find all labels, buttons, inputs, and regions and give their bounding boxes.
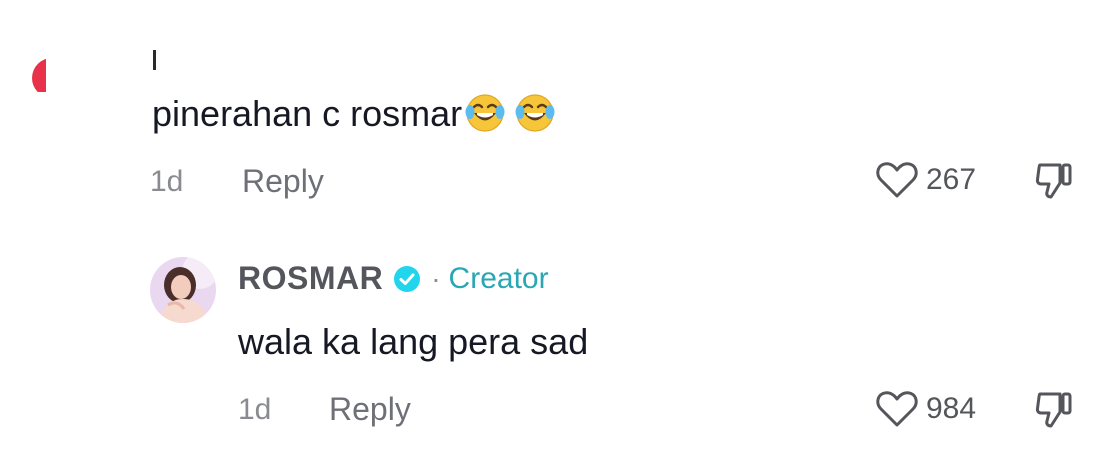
comment-text: pinerahan c rosmar xyxy=(152,92,556,136)
commenter-avatar-partial[interactable] xyxy=(30,52,46,92)
avatar-photo xyxy=(150,257,216,323)
text-cursor xyxy=(153,50,156,70)
dislike-button[interactable] xyxy=(1034,161,1074,206)
like-button[interactable]: 267 xyxy=(876,160,976,200)
heart-outline-icon xyxy=(876,391,918,427)
creator-avatar[interactable] xyxy=(150,257,216,323)
separator-dot: · xyxy=(431,262,441,294)
face-with-tears-of-joy-icon xyxy=(465,94,505,132)
thumbs-down-icon xyxy=(1035,392,1072,428)
dislike-button[interactable] xyxy=(1034,390,1074,435)
reply-button[interactable]: Reply xyxy=(242,163,324,200)
reply-comment-text: wala ka lang pera sad xyxy=(238,321,589,362)
like-count: 984 xyxy=(926,392,977,425)
comment-timestamp: 1d xyxy=(150,165,184,198)
comment-body: pinerahan c rosmar xyxy=(152,93,463,134)
verified-badge-icon xyxy=(394,265,421,292)
reply-timestamp: 1d xyxy=(238,393,272,426)
face-with-tears-of-joy-icon xyxy=(515,94,555,132)
heart-outline-icon xyxy=(876,162,918,198)
author-name[interactable]: ROSMAR xyxy=(238,260,383,297)
like-count: 267 xyxy=(926,163,977,196)
reply-button[interactable]: Reply xyxy=(329,391,411,428)
creator-badge: Creator xyxy=(448,261,549,295)
like-button[interactable]: 984 xyxy=(876,389,976,429)
thumbs-down-icon xyxy=(1035,163,1072,199)
author-row: ROSMAR · Creator xyxy=(238,260,549,297)
